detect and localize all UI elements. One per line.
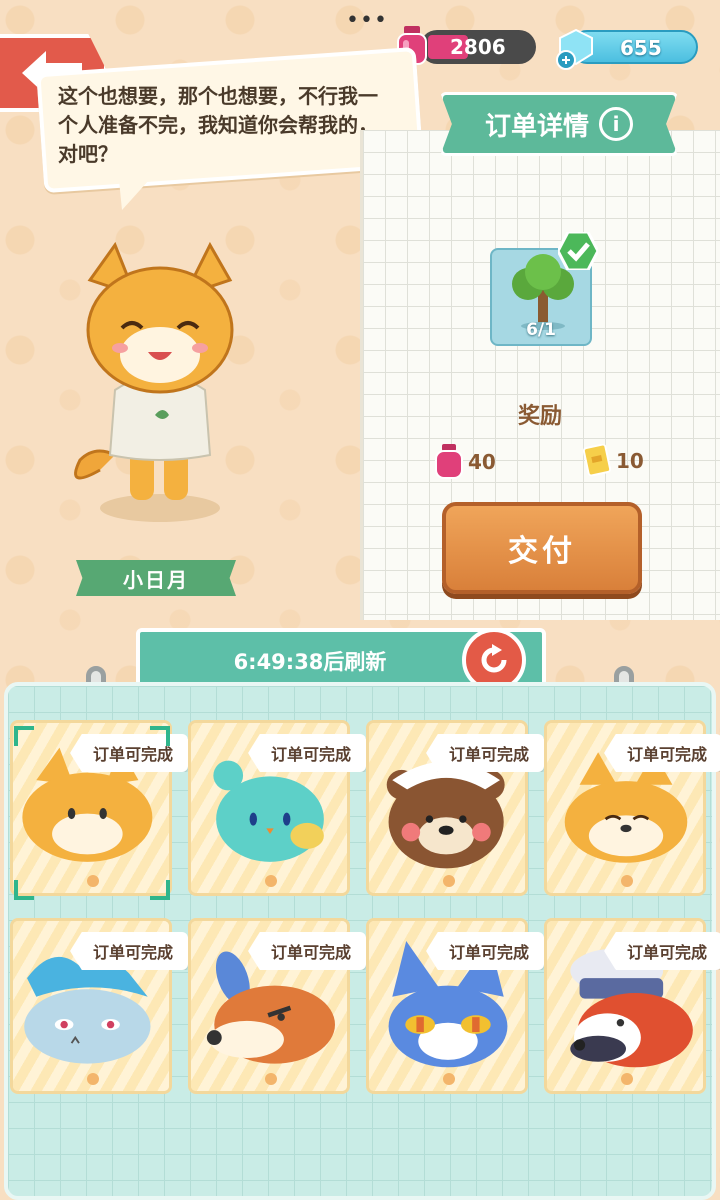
- reward-coin: 10: [582, 444, 644, 478]
- order-complete-tag: 订单可完成: [70, 932, 188, 970]
- selection-corner: [150, 726, 170, 746]
- cat-character: [74, 241, 234, 522]
- reward-coin-amount: 10: [616, 449, 644, 473]
- ink-value: 2806: [450, 35, 506, 59]
- order-complete-tag: 订单可完成: [426, 932, 544, 970]
- refresh-timer-text: 6:49:38后刷新: [233, 650, 387, 674]
- dialogue-text: 这个也想要，那个也想要，不行我一个人准备不完，我知道你会帮我的，对吧？: [58, 84, 378, 166]
- card-dot: [621, 1073, 633, 1085]
- reward-title: 奖励: [517, 404, 562, 429]
- card-dot: [87, 1073, 99, 1085]
- gem-value: 655: [620, 36, 662, 60]
- order-complete-tag: 订单可完成: [604, 932, 720, 970]
- card-dot: [443, 875, 455, 887]
- order-complete-tag: 订单可完成: [248, 932, 366, 970]
- selection-corner: [14, 880, 34, 900]
- order-complete-tag: 订单可完成: [604, 734, 720, 772]
- gem-counter[interactable]: 655: [556, 28, 698, 70]
- selection-corner: [150, 880, 170, 900]
- refresh-icon: [481, 644, 507, 673]
- selection-corner: [14, 726, 34, 746]
- check-icon: [558, 232, 598, 270]
- order-detail-header: 订单详情 i: [440, 92, 678, 156]
- deliver-button[interactable]: 交付: [442, 502, 642, 594]
- item-count: 6/1: [526, 320, 556, 340]
- order-complete-tag: 订单可完成: [70, 734, 188, 772]
- ink-bottle-icon: [435, 444, 463, 479]
- info-icon[interactable]: i: [599, 107, 633, 141]
- order-complete-tag: 订单可完成: [248, 734, 366, 772]
- card-dot: [621, 875, 633, 887]
- gem-plus-icon: [556, 28, 593, 70]
- more-icon[interactable]: •••: [346, 8, 388, 33]
- card-dot: [443, 1073, 455, 1085]
- card-dot: [87, 875, 99, 887]
- ink-counter[interactable]: 2806: [397, 26, 536, 65]
- character-name: 小日月: [76, 560, 236, 596]
- reward-ink-amount: 40: [468, 450, 496, 474]
- card-dot: [265, 1073, 277, 1085]
- order-complete-tag: 订单可完成: [426, 734, 544, 772]
- reward-ink: 40: [434, 444, 496, 480]
- order-detail-title: 订单详情: [484, 111, 589, 142]
- card-dot: [265, 875, 277, 887]
- coin-ticket-icon: [582, 444, 612, 477]
